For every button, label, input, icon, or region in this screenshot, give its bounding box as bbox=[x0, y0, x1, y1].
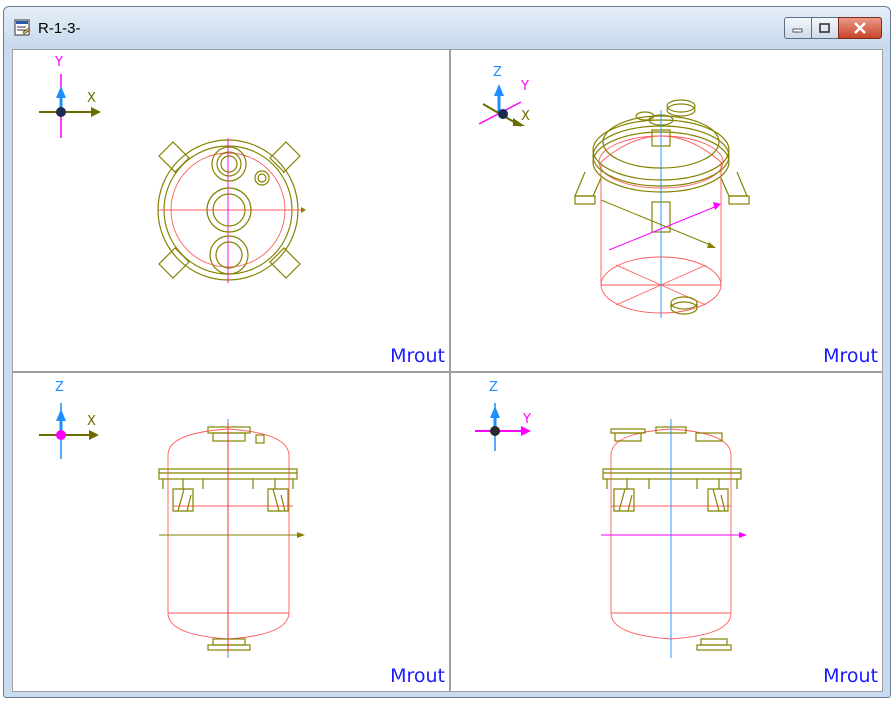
maximize-icon bbox=[819, 23, 830, 33]
axis-label: Y bbox=[54, 55, 63, 70]
axis-gizmo: Z Y bbox=[475, 380, 531, 451]
viewport-isometric[interactable]: Z Y X Mrout bbox=[451, 50, 882, 371]
viewport-label: Mrout bbox=[390, 345, 445, 367]
window-controls bbox=[784, 17, 882, 39]
close-icon bbox=[854, 22, 866, 34]
axis-gizmo: Z Y X bbox=[478, 65, 530, 127]
axis-gizmo: Z X bbox=[39, 380, 99, 459]
vessel-iso-view bbox=[574, 99, 750, 318]
viewer-window: R-1-3- Y X Mrout Z Y X Mrout Z X Mrout Z… bbox=[3, 6, 891, 698]
close-button[interactable] bbox=[838, 17, 882, 39]
viewport-front[interactable]: Z X Mrout bbox=[13, 373, 449, 691]
minimize-button[interactable] bbox=[784, 17, 812, 39]
minimize-icon bbox=[792, 28, 803, 33]
vessel-top-view bbox=[157, 138, 306, 283]
title-bar[interactable]: R-1-3- bbox=[4, 7, 890, 49]
axis-label: X bbox=[87, 91, 96, 106]
side-view-drawing: Z Y bbox=[475, 380, 747, 658]
axis-label: Y bbox=[522, 412, 531, 427]
viewport-grid: Y X Mrout Z Y X Mrout Z X Mrout Z Y Mrou… bbox=[12, 49, 883, 692]
viewport-label: Mrout bbox=[823, 665, 878, 687]
viewport-label: Mrout bbox=[390, 665, 445, 687]
document-icon bbox=[14, 19, 31, 36]
maximize-button[interactable] bbox=[811, 17, 839, 39]
front-view-drawing: Z X bbox=[39, 380, 305, 658]
axis-label: Z bbox=[493, 65, 502, 80]
vessel-front-view bbox=[158, 419, 305, 658]
viewport-side[interactable]: Z Y Mrout bbox=[451, 373, 882, 691]
iso-view-drawing: Z Y X bbox=[478, 65, 750, 318]
axis-gizmo: Y X bbox=[39, 55, 101, 138]
axis-label: X bbox=[521, 109, 530, 124]
top-view-drawing: Y X bbox=[39, 55, 306, 283]
axis-label: Z bbox=[489, 380, 498, 395]
viewport-label: Mrout bbox=[823, 345, 878, 367]
axis-label: X bbox=[87, 414, 96, 429]
axis-label: Z bbox=[55, 380, 64, 395]
axis-label: Y bbox=[520, 79, 529, 94]
vessel-side-view bbox=[601, 419, 747, 658]
window-title: R-1-3- bbox=[38, 20, 81, 37]
viewport-top[interactable]: Y X Mrout bbox=[13, 50, 449, 371]
